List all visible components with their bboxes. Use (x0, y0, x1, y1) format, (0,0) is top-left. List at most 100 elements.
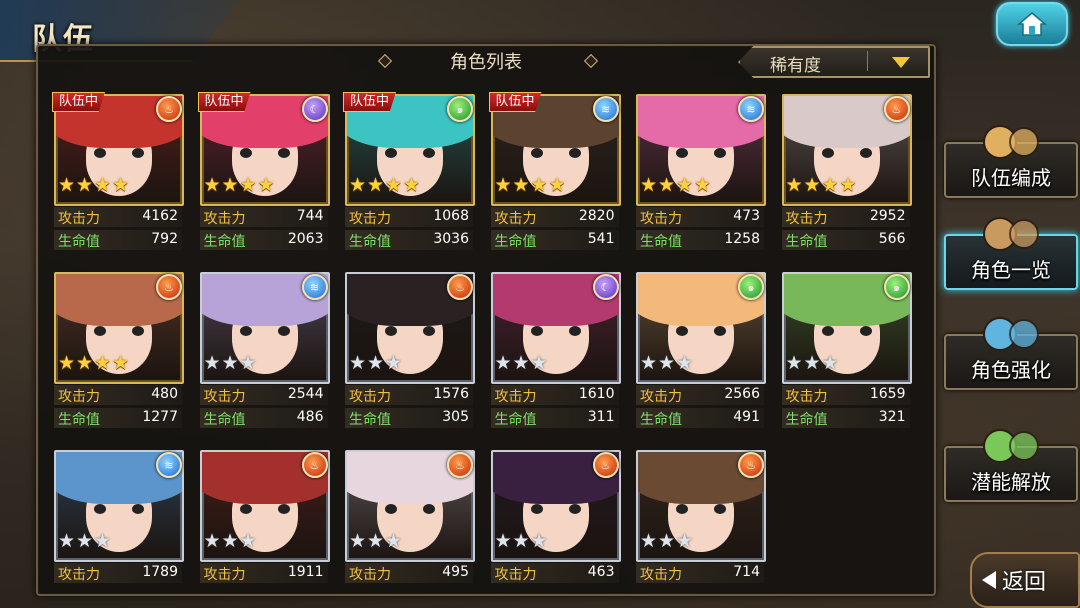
attack-label: 攻击力 (203, 211, 246, 227)
attack-value: 463 (587, 564, 615, 580)
star-icon: ★ (94, 352, 112, 374)
star-icon: ★ (530, 352, 548, 374)
fire-element-icon: ♨ (301, 452, 328, 478)
star-icon: ★ (658, 174, 676, 196)
star-icon: ★ (403, 174, 421, 196)
character-card[interactable]: ๑ ★ ★ ★ 攻击力 2566 生命值 491 (636, 272, 766, 434)
star-icon: ★ (694, 174, 712, 196)
star-icon: ★ (239, 352, 257, 374)
side-menu-button[interactable]: 队伍编成 (944, 125, 1078, 198)
home-button[interactable] (996, 2, 1068, 46)
hp-value: 305 (442, 409, 469, 425)
star-icon: ★ (530, 174, 548, 196)
hp-label: 生命值 (785, 412, 828, 428)
attack-label: 攻击力 (58, 389, 100, 405)
wind-element-icon: ๑ (883, 274, 910, 300)
star-icon: ★ (512, 174, 530, 196)
attack-label: 攻击力 (494, 389, 537, 405)
character-card[interactable]: ♨ ★ ★ ★ ★ 攻击力 480 生命值 1277 (54, 272, 184, 434)
character-eyes (676, 326, 726, 336)
star-icon: ★ (494, 174, 512, 196)
character-card[interactable]: ♨ ★ ★ ★ 攻击力 1911 (199, 450, 330, 594)
attack-stat: 攻击力 4162 (54, 207, 182, 227)
star-icon: ★ (676, 352, 694, 374)
side-menu-button[interactable]: 角色一览 (944, 217, 1078, 290)
attack-label: 攻击力 (58, 567, 100, 583)
character-card[interactable]: ≋ ★ ★ ★ 攻击力 2544 生命值 486 (199, 272, 330, 434)
star-icon: ★ (203, 352, 221, 374)
hp-stat: 生命值 491 (636, 408, 764, 428)
character-eyes (530, 326, 581, 336)
character-card[interactable]: ♨ ★ ★ ★ 攻击力 1576 生命值 305 (345, 272, 475, 434)
star-icon: ★ (76, 352, 94, 374)
star-icon: ★ (257, 174, 275, 196)
fire-element-icon: ♨ (156, 96, 182, 122)
water-element-icon: ≋ (156, 452, 182, 478)
rarity-stars: ★ ★ ★ ★ (349, 176, 421, 198)
character-card[interactable]: 队伍中 ♨ ★ ★ ★ ★ 攻击力 4162 生命值 792 (52, 92, 184, 256)
attack-label: 攻击力 (203, 389, 246, 405)
hp-value: 792 (151, 231, 178, 247)
star-icon: ★ (640, 352, 658, 374)
attack-value: 495 (442, 564, 469, 580)
back-arrow-icon (982, 571, 996, 589)
attack-label: 攻击力 (640, 567, 682, 583)
character-card[interactable]: ♨ ★ ★ ★ ★ 攻击力 2952 生命值 566 (781, 94, 912, 256)
hp-stat: 生命值 311 (490, 408, 619, 428)
attack-label: 攻击力 (203, 567, 246, 583)
star-icon: ★ (658, 352, 676, 374)
hp-label: 生命值 (640, 412, 682, 428)
character-eyes (239, 504, 290, 514)
star-icon: ★ (494, 530, 512, 552)
star-icon: ★ (221, 530, 239, 552)
side-menu-button[interactable]: 角色强化 (944, 317, 1078, 390)
back-button[interactable]: 返回 (970, 552, 1080, 608)
fire-element-icon: ♨ (738, 452, 764, 478)
water-element-icon: ≋ (738, 96, 764, 122)
character-eyes (530, 504, 581, 514)
side-menu-button[interactable]: 潜能解放 (944, 429, 1078, 502)
character-card[interactable]: ☾ ★ ★ ★ 攻击力 1610 生命值 311 (490, 272, 621, 434)
dropdown-divider (867, 51, 868, 71)
star-icon: ★ (76, 174, 94, 196)
rarity-sort-dropdown[interactable]: 稀有度 (738, 46, 930, 78)
book-icon (983, 217, 1039, 251)
star-icon: ★ (640, 530, 658, 552)
fire-element-icon: ♨ (447, 452, 473, 478)
back-label: 返回 (1002, 570, 1047, 595)
attack-stat: 攻击力 1911 (199, 563, 328, 583)
character-card[interactable]: 队伍中๑ ★ ★ ★ ★ 攻击力 1068 生命值 3036 (343, 92, 475, 256)
hp-label: 生命值 (349, 234, 391, 250)
star-icon: ★ (349, 174, 367, 196)
character-eyes (239, 148, 290, 158)
character-card[interactable]: ♨ ★ ★ ★ 攻击力 463 (490, 450, 621, 594)
character-card[interactable]: ≋ ★ ★ ★ 攻击力 1789 (54, 450, 184, 594)
star-icon: ★ (839, 174, 857, 196)
character-eyes (94, 504, 144, 514)
party-chars-icon (983, 125, 1039, 159)
character-card[interactable]: 队伍中 ≋ ★ ★ ★ ★ 攻击力 2820 生命值 541 (488, 92, 621, 256)
star-icon: ★ (94, 530, 112, 552)
in-party-badge: 队伍中 (343, 92, 397, 112)
character-card[interactable]: ≋ ★ ★ ★ ★ 攻击力 473 生命值 1258 (636, 94, 766, 256)
attack-stat: 攻击力 1610 (490, 385, 619, 405)
attack-value: 1911 (287, 564, 324, 580)
attack-stat: 攻击力 1789 (54, 563, 182, 583)
star-icon: ★ (349, 530, 367, 552)
character-card[interactable]: 队伍中 ☾ ★ ★ ★ ★ 攻击力 744 生命值 2063 (197, 92, 330, 256)
attack-stat: 攻击力 2952 (781, 207, 910, 227)
hp-label: 生命值 (349, 412, 391, 428)
attack-value: 2566 (724, 386, 760, 402)
hp-stat: 生命值 1258 (636, 230, 764, 250)
character-card[interactable]: ♨ ★ ★ ★ 攻击力 714 (636, 450, 766, 594)
attack-value: 1610 (578, 386, 615, 402)
character-card[interactable]: ♨ ★ ★ ★ 攻击力 495 (345, 450, 475, 594)
star-icon: ★ (530, 530, 548, 552)
character-card[interactable]: ๑ ★ ★ ★ 攻击力 1659 生命值 321 (781, 272, 912, 434)
star-icon: ★ (203, 530, 221, 552)
hp-label: 生命值 (58, 412, 100, 428)
rarity-stars: ★ ★ ★ (786, 354, 840, 376)
star-icon: ★ (58, 352, 76, 374)
attack-value: 2820 (578, 208, 615, 224)
attack-stat: 攻击力 2820 (490, 207, 619, 227)
